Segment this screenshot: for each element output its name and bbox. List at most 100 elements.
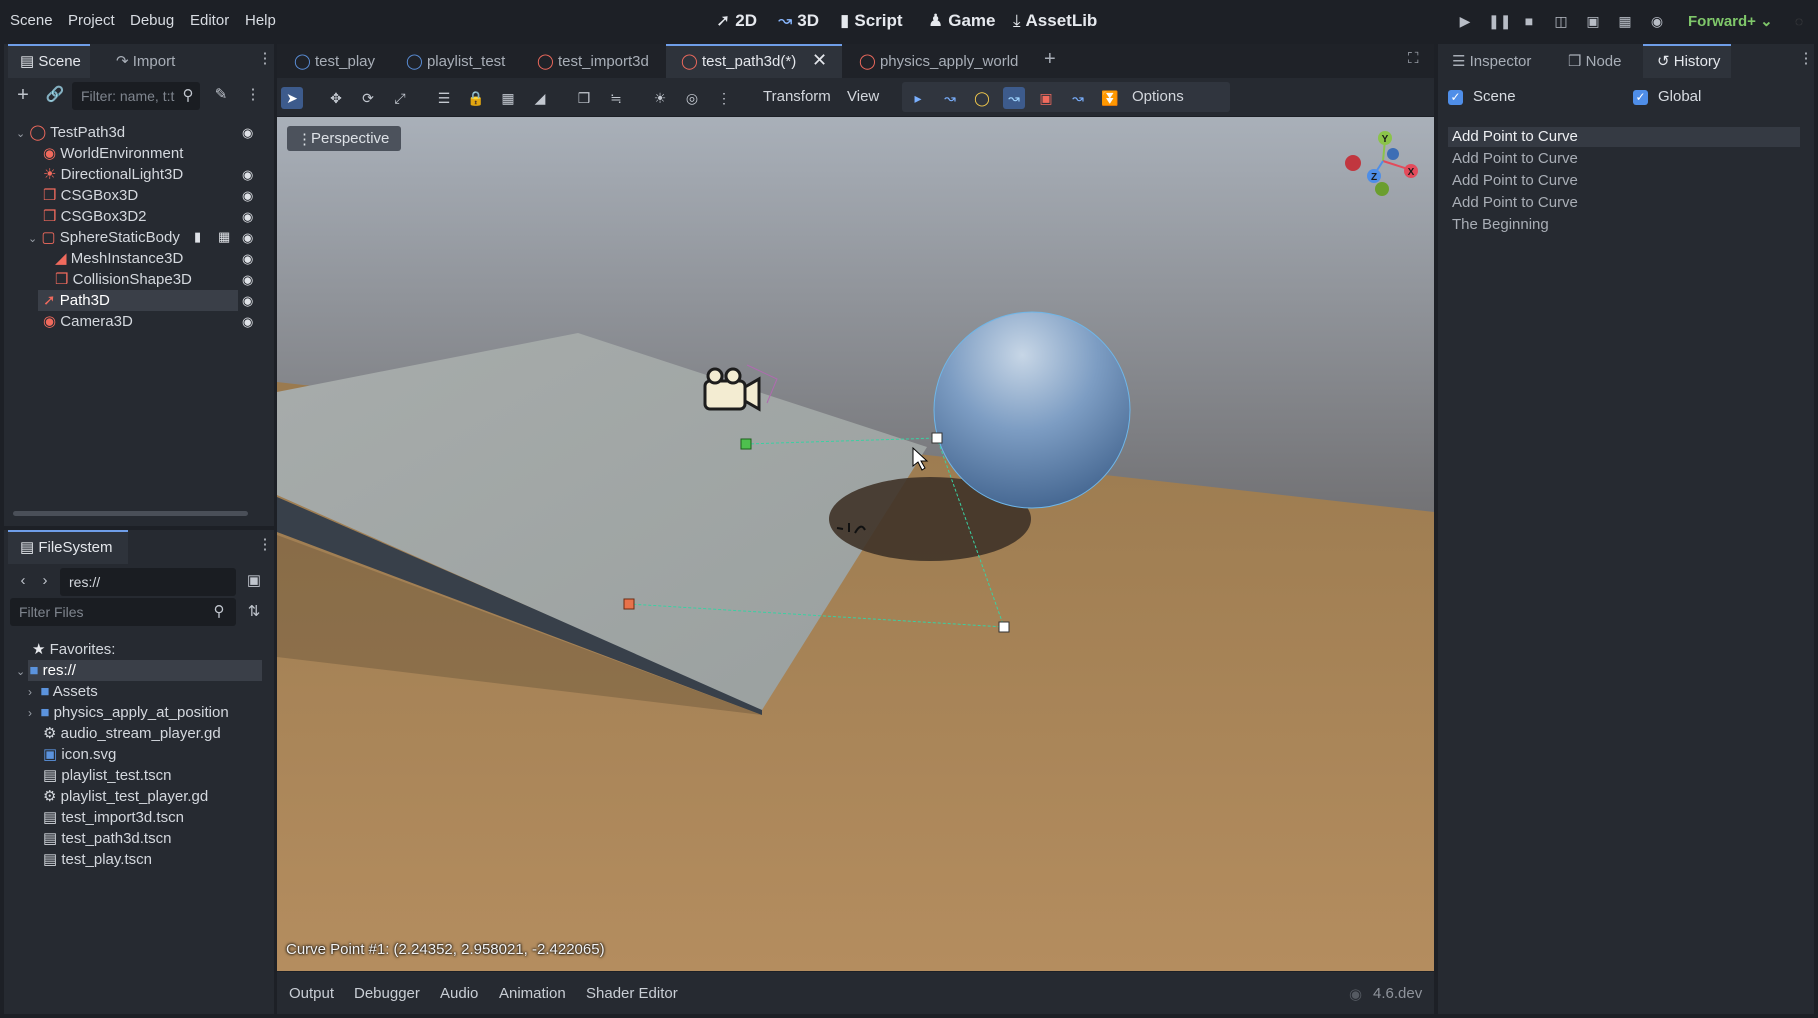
3d-viewport[interactable]: Y X Z <box>277 117 1434 971</box>
history-item[interactable]: Add Point to Curve <box>1452 172 1578 189</box>
scene-tab-test-import3d[interactable]: ◯ test_import3d <box>537 52 649 70</box>
fs-root[interactable]: ⌄ ■ res:// <box>16 660 76 681</box>
fs-file[interactable]: ⚙ audio_stream_player.gd <box>43 723 221 744</box>
tree-item-csgbox3d[interactable]: ❒ CSGBox3D <box>43 185 138 206</box>
script-badge-icon[interactable]: ▮ <box>194 229 201 245</box>
scene-tab-physics-apply-world[interactable]: ◯ physics_apply_world <box>859 52 1018 70</box>
delete-point-icon[interactable]: ▣ <box>1035 87 1057 109</box>
add-node-icon[interactable]: + <box>12 84 34 106</box>
tree-item-csgbox3d2[interactable]: ❒ CSGBox3D2 <box>43 206 147 227</box>
select-points-icon[interactable]: ▸ <box>907 87 929 109</box>
fs-folder-physics[interactable]: › ■ physics_apply_at_position <box>28 702 229 723</box>
play-icon[interactable]: ▶ <box>1456 12 1474 30</box>
menu-debug[interactable]: Debug <box>130 12 174 29</box>
tree-item-collisionshape3d[interactable]: ❒ CollisionShape3D <box>55 269 192 290</box>
tab-inspector[interactable]: ☰ Inspector <box>1452 52 1531 70</box>
filter-files-input[interactable]: Filter Files <box>10 598 236 626</box>
transform-menu[interactable]: Transform <box>763 88 831 105</box>
scene-tab-playlist-test[interactable]: ◯ playlist_test <box>406 52 505 70</box>
scale-tool-icon[interactable]: ⤢ <box>389 87 411 109</box>
clear-points-icon[interactable]: ⏬ <box>1099 87 1121 109</box>
visibility-eye-icon[interactable]: ◉ <box>242 230 253 246</box>
visibility-eye-icon[interactable]: ◉ <box>242 251 253 267</box>
group-icon[interactable]: ▦ <box>497 87 519 109</box>
remote-debug-icon[interactable]: ◫ <box>1552 12 1570 30</box>
menu-scene[interactable]: Scene <box>10 12 53 29</box>
tree-item-meshinstance3d[interactable]: ◢ MeshInstance3D <box>55 248 183 269</box>
select-handles-icon[interactable]: ↝ <box>939 87 961 109</box>
curve-point-handle[interactable] <box>740 438 752 450</box>
sun-preview-icon[interactable]: ☀ <box>649 87 671 109</box>
play-scene-icon[interactable]: ▣ <box>1584 12 1602 30</box>
menu-editor[interactable]: Editor <box>190 12 229 29</box>
forward-icon[interactable]: › <box>34 570 56 592</box>
renderer-select[interactable]: Forward+ ⌄ <box>1688 12 1773 30</box>
bottom-tab-audio[interactable]: Audio <box>440 985 478 1002</box>
visibility-eye-icon[interactable]: ◉ <box>242 167 253 183</box>
tree-item-testpath3d[interactable]: ⌄ ◯ TestPath3d <box>16 122 125 143</box>
mode-3d-button[interactable]: ↝ 3D <box>778 11 819 31</box>
tree-item-camera3d[interactable]: ◉ Camera3D <box>43 311 133 332</box>
sort-icon[interactable]: ⇅ <box>243 601 265 623</box>
add-point-icon[interactable]: ◯ <box>971 87 993 109</box>
bottom-tab-animation[interactable]: Animation <box>499 985 566 1002</box>
link-icon[interactable]: 🔗 <box>44 84 66 106</box>
history-item[interactable]: The Beginning <box>1452 216 1549 233</box>
visibility-eye-icon[interactable]: ◉ <box>242 125 253 141</box>
tree-item-directionallight3d[interactable]: ☀ DirectionalLight3D <box>43 164 183 185</box>
more-icon[interactable]: ⋮ <box>713 87 735 109</box>
visibility-eye-icon[interactable]: ◉ <box>242 314 253 330</box>
fs-folder-assets[interactable]: › ■ Assets <box>28 681 98 702</box>
stop-icon[interactable]: ■ <box>1520 12 1538 30</box>
visibility-eye-icon[interactable]: ◉ <box>242 188 253 204</box>
close-curve-icon[interactable]: ↝ <box>1067 87 1089 109</box>
perspective-button[interactable]: ⋮ Perspective <box>287 126 402 151</box>
list-select-icon[interactable]: ☰ <box>433 87 455 109</box>
scene-tab-test-play[interactable]: ◯ test_play <box>294 52 375 70</box>
create-point-icon[interactable]: ↝ <box>1003 87 1025 109</box>
tab-import[interactable]: ↷ Import <box>116 52 175 70</box>
back-icon[interactable]: ‹ <box>12 570 34 592</box>
mode-script-button[interactable]: ▮ Script <box>840 11 903 31</box>
history-item[interactable]: Add Point to Curve <box>1452 194 1578 211</box>
curve-point-handle[interactable] <box>623 598 635 610</box>
new-tab-icon[interactable]: + <box>1044 48 1056 71</box>
curve-point-handle[interactable] <box>931 432 943 444</box>
fs-file[interactable]: ▤ test_import3d.tscn <box>43 807 184 828</box>
fs-file[interactable]: ▤ playlist_test.tscn <box>43 765 171 786</box>
path-input[interactable]: res:// <box>60 568 236 596</box>
visibility-eye-icon[interactable]: ◉ <box>242 293 253 309</box>
tab-filesystem[interactable]: ▤ FileSystem <box>20 538 113 556</box>
tab-history[interactable]: ↺ History <box>1657 52 1720 70</box>
mode-assetlib-button[interactable]: ⤓ AssetLib <box>1013 11 1097 31</box>
dock-menu-icon[interactable]: ⋮ <box>254 48 276 70</box>
local-space-icon[interactable]: ❒ <box>573 87 595 109</box>
tab-scene[interactable]: ▤ Scene <box>20 52 81 70</box>
fs-favorites[interactable]: ★ Favorites: <box>32 639 115 660</box>
scene-menu-icon[interactable]: ⋮ <box>242 84 264 106</box>
view-menu[interactable]: View <box>847 88 879 105</box>
visibility-eye-icon[interactable]: ◉ <box>242 272 253 288</box>
options-menu[interactable]: Options <box>1132 88 1184 105</box>
tree-item-spherestaticbody[interactable]: ⌄ ▢ SphereStaticBody <box>28 227 180 248</box>
curve-point-handle[interactable] <box>998 621 1010 633</box>
fs-file[interactable]: ▤ test_play.tscn <box>43 849 152 870</box>
scene-tab-test-path3d[interactable]: ◯ test_path3d(*) <box>681 52 796 70</box>
fs-file[interactable]: ▤ test_path3d.tscn <box>43 828 171 849</box>
history-item[interactable]: Add Point to Curve <box>1452 150 1578 167</box>
snap-icon[interactable]: ≒ <box>605 87 627 109</box>
move-tool-icon[interactable]: ✥ <box>325 87 347 109</box>
dock-menu-icon[interactable]: ⋮ <box>254 534 276 556</box>
global-checkbox[interactable]: ✓ <box>1633 90 1648 105</box>
visibility-eye-icon[interactable]: ◉ <box>242 209 253 225</box>
mode-2d-button[interactable]: ➚ 2D <box>716 11 757 31</box>
scene-checkbox[interactable]: ✓ <box>1448 90 1463 105</box>
tree-item-path3d[interactable]: ➚ Path3D <box>43 290 110 311</box>
mode-game-button[interactable]: ♟ Game <box>928 11 996 31</box>
attach-script-icon[interactable]: ✎ <box>210 84 232 106</box>
ruler-icon[interactable]: ◢ <box>529 87 551 109</box>
history-item[interactable]: Add Point to Curve <box>1452 128 1578 145</box>
bottom-tab-shader-editor[interactable]: Shader Editor <box>586 985 678 1002</box>
pause-icon[interactable]: ❚❚ <box>1488 12 1511 30</box>
group-badge-icon[interactable]: ▦ <box>218 229 230 245</box>
